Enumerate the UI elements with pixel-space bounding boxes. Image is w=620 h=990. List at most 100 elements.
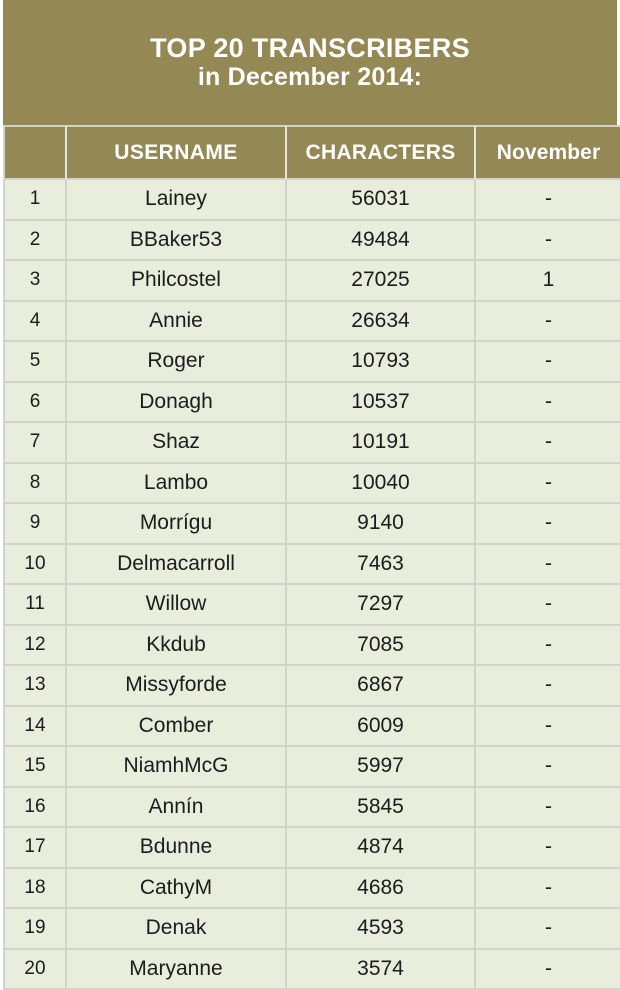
cell-username: CathyM xyxy=(67,869,287,910)
cell-rank: 5 xyxy=(3,342,67,383)
column-header-november: November xyxy=(476,125,620,180)
table-row: 13Missyforde6867- xyxy=(3,666,620,707)
cell-rank: 11 xyxy=(3,585,67,626)
cell-rank: 3 xyxy=(3,261,67,302)
cell-rank: 18 xyxy=(3,869,67,910)
cell-november: - xyxy=(476,504,620,545)
cell-username: Lambo xyxy=(67,464,287,505)
cell-characters: 6867 xyxy=(287,666,476,707)
transcribers-leaderboard: TOP 20 TRANSCRIBERS in December 2014: US… xyxy=(0,0,620,948)
cell-characters: 5845 xyxy=(287,788,476,829)
cell-november: - xyxy=(476,626,620,667)
table-row: 12Kkdub7085- xyxy=(3,626,620,667)
cell-november: - xyxy=(476,666,620,707)
cell-rank: 12 xyxy=(3,626,67,667)
cell-november: 1 xyxy=(476,261,620,302)
table-row: 11Willow7297- xyxy=(3,585,620,626)
cell-rank: 17 xyxy=(3,828,67,869)
table-row: 10Delmacarroll7463- xyxy=(3,545,620,586)
cell-username: Maryanne xyxy=(67,950,287,990)
table-row: 16Annín5845- xyxy=(3,788,620,829)
cell-rank: 16 xyxy=(3,788,67,829)
cell-characters: 10191 xyxy=(287,423,476,464)
cell-rank: 2 xyxy=(3,221,67,262)
cell-rank: 10 xyxy=(3,545,67,586)
cell-november: - xyxy=(476,221,620,262)
cell-rank: 1 xyxy=(3,180,67,221)
cell-characters: 26634 xyxy=(287,302,476,343)
table-row: 19Denak4593- xyxy=(3,909,620,950)
cell-username: Morrígu xyxy=(67,504,287,545)
leaderboard-table: USERNAME CHARACTERS November 1Lainey5603… xyxy=(3,125,620,990)
page-title-line2: in December 2014: xyxy=(198,63,422,92)
cell-characters: 10793 xyxy=(287,342,476,383)
table-row: 3Philcostel270251 xyxy=(3,261,620,302)
cell-rank: 20 xyxy=(3,950,67,990)
title-banner: TOP 20 TRANSCRIBERS in December 2014: xyxy=(3,0,617,125)
cell-rank: 8 xyxy=(3,464,67,505)
page-title-line1: TOP 20 TRANSCRIBERS xyxy=(150,33,470,63)
column-header-username: USERNAME xyxy=(67,125,287,180)
cell-username: Denak xyxy=(67,909,287,950)
table-row: 9Morrígu9140- xyxy=(3,504,620,545)
cell-characters: 6009 xyxy=(287,707,476,748)
cell-rank: 6 xyxy=(3,383,67,424)
cell-characters: 3574 xyxy=(287,950,476,990)
cell-username: Lainey xyxy=(67,180,287,221)
cell-username: Delmacarroll xyxy=(67,545,287,586)
table-row: 1Lainey56031- xyxy=(3,180,620,221)
table-row: 5Roger10793- xyxy=(3,342,620,383)
cell-rank: 15 xyxy=(3,747,67,788)
cell-username: Philcostel xyxy=(67,261,287,302)
cell-characters: 4593 xyxy=(287,909,476,950)
cell-november: - xyxy=(476,342,620,383)
table-header: USERNAME CHARACTERS November xyxy=(3,125,620,180)
cell-rank: 13 xyxy=(3,666,67,707)
cell-rank: 9 xyxy=(3,504,67,545)
header-row: USERNAME CHARACTERS November xyxy=(3,125,620,180)
table-row: 7Shaz10191- xyxy=(3,423,620,464)
cell-username: Donagh xyxy=(67,383,287,424)
cell-november: - xyxy=(476,788,620,829)
cell-november: - xyxy=(476,828,620,869)
cell-characters: 4686 xyxy=(287,869,476,910)
cell-november: - xyxy=(476,869,620,910)
table-row: 4Annie26634- xyxy=(3,302,620,343)
cell-november: - xyxy=(476,464,620,505)
table-row: 8Lambo10040- xyxy=(3,464,620,505)
cell-username: Bdunne xyxy=(67,828,287,869)
table-body: 1Lainey56031-2BBaker5349484-3Philcostel2… xyxy=(3,180,620,990)
column-header-characters: CHARACTERS xyxy=(287,125,476,180)
cell-username: BBaker53 xyxy=(67,221,287,262)
table-row: 20Maryanne3574- xyxy=(3,950,620,990)
table-row: 2BBaker5349484- xyxy=(3,221,620,262)
cell-characters: 49484 xyxy=(287,221,476,262)
cell-characters: 7297 xyxy=(287,585,476,626)
cell-characters: 56031 xyxy=(287,180,476,221)
cell-username: Comber xyxy=(67,707,287,748)
cell-november: - xyxy=(476,302,620,343)
cell-characters: 9140 xyxy=(287,504,476,545)
cell-username: Missyforde xyxy=(67,666,287,707)
cell-characters: 4874 xyxy=(287,828,476,869)
cell-username: Shaz xyxy=(67,423,287,464)
cell-rank: 14 xyxy=(3,707,67,748)
cell-rank: 19 xyxy=(3,909,67,950)
cell-november: - xyxy=(476,707,620,748)
cell-characters: 5997 xyxy=(287,747,476,788)
cell-rank: 7 xyxy=(3,423,67,464)
cell-characters: 10537 xyxy=(287,383,476,424)
table-row: 15NiamhMcG5997- xyxy=(3,747,620,788)
table-row: 18CathyM4686- xyxy=(3,869,620,910)
column-header-rank xyxy=(3,125,67,180)
cell-november: - xyxy=(476,383,620,424)
cell-november: - xyxy=(476,423,620,464)
cell-username: Willow xyxy=(67,585,287,626)
cell-username: Roger xyxy=(67,342,287,383)
cell-november: - xyxy=(476,747,620,788)
cell-characters: 7085 xyxy=(287,626,476,667)
cell-november: - xyxy=(476,180,620,221)
cell-characters: 10040 xyxy=(287,464,476,505)
table-row: 6Donagh10537- xyxy=(3,383,620,424)
cell-november: - xyxy=(476,585,620,626)
